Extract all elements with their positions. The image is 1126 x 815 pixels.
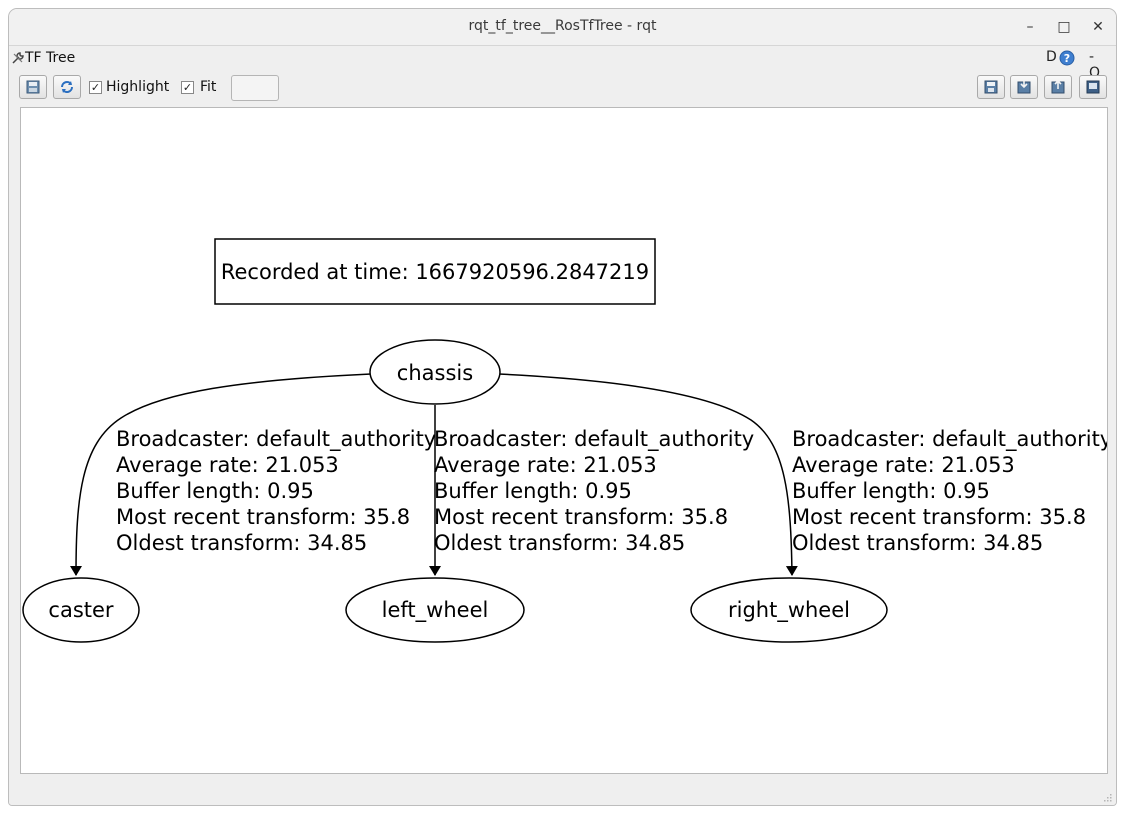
tf-tree-graph: Recorded at time: 1667920596.2847219 cha… — [22, 238, 1108, 643]
right-wheel-buffer-length: Buffer length: 0.95 — [792, 479, 990, 503]
resize-grip-icon[interactable] — [1102, 792, 1112, 802]
image-icon — [1086, 80, 1100, 94]
caster-broadcaster: Broadcaster: default_authority — [116, 427, 436, 452]
maximize-button[interactable]: □ — [1052, 15, 1076, 39]
rqt-window: rqt_tf_tree__RosTfTree - rqt – □ ✕ TF Tr… — [8, 8, 1117, 806]
save-button[interactable] — [977, 75, 1005, 99]
refresh-icon — [61, 81, 73, 93]
right-wheel-average-rate: Average rate: 21.053 — [792, 453, 1015, 477]
plugin-title-bar: TF Tree D ? - O — [9, 46, 1116, 81]
save-icon — [984, 80, 998, 94]
left-wheel-average-rate: Average rate: 21.053 — [434, 453, 657, 477]
save-dot-icon — [26, 80, 40, 94]
highlight-checkbox[interactable]: ✓ — [89, 81, 102, 94]
caster-average-rate: Average rate: 21.053 — [116, 453, 339, 477]
left-wheel-most-recent: Most recent transform: 35.8 — [434, 505, 728, 529]
caster-most-recent: Most recent transform: 35.8 — [116, 505, 410, 529]
image-export-button[interactable] — [1079, 75, 1107, 99]
close-button[interactable]: ✕ — [1086, 15, 1110, 39]
left-wheel-broadcaster: Broadcaster: default_authority — [434, 427, 754, 452]
window-title: rqt_tf_tree__RosTfTree - rqt — [468, 18, 657, 34]
help-icon[interactable]: ? — [1059, 50, 1075, 66]
blank-button[interactable] — [231, 75, 279, 101]
toolbar: ✓ Highlight ✓ Fit — [9, 73, 1116, 107]
save-dot-button[interactable] — [19, 75, 47, 99]
load-icon — [1017, 80, 1031, 94]
left-wheel-buffer-length: Buffer length: 0.95 — [434, 479, 632, 503]
fit-checkbox[interactable]: ✓ — [181, 81, 194, 94]
recorded-time-label: Recorded at time: 1667920596.2847219 — [221, 260, 649, 284]
node-chassis-label: chassis — [397, 361, 473, 385]
load-button[interactable] — [1010, 75, 1038, 99]
right-wheel-oldest: Oldest transform: 34.85 — [792, 531, 1043, 555]
highlight-label: Highlight — [106, 79, 170, 95]
caster-buffer-length: Buffer length: 0.95 — [116, 479, 314, 503]
refresh-button[interactable] — [53, 75, 81, 99]
title-bar: rqt_tf_tree__RosTfTree - rqt – □ ✕ — [9, 9, 1116, 46]
export-icon — [1051, 79, 1065, 94]
fit-label: Fit — [200, 79, 217, 95]
minimize-button[interactable]: – — [1018, 15, 1042, 39]
wrench-icon — [12, 52, 24, 64]
edge-label-caster: Broadcaster: default_authority Average r… — [116, 427, 436, 555]
node-right-wheel-label: right_wheel — [728, 598, 850, 623]
export-button[interactable] — [1044, 75, 1072, 99]
node-left-wheel-label: left_wheel — [382, 598, 489, 623]
plugin-title: TF Tree — [25, 50, 76, 66]
left-wheel-oldest: Oldest transform: 34.85 — [434, 531, 685, 555]
status-bar — [9, 781, 1116, 805]
edge-label-right-wheel: Broadcaster: default_authority Average r… — [792, 427, 1108, 555]
edge-label-left-wheel: Broadcaster: default_authority Average r… — [434, 427, 754, 555]
caster-oldest: Oldest transform: 34.85 — [116, 531, 367, 555]
right-wheel-broadcaster: Broadcaster: default_authority — [792, 427, 1108, 452]
right-wheel-most-recent: Most recent transform: 35.8 — [792, 505, 1086, 529]
help-label[interactable]: D — [1046, 49, 1057, 65]
node-caster-label: caster — [48, 598, 114, 622]
graph-canvas[interactable]: Recorded at time: 1667920596.2847219 cha… — [20, 107, 1108, 774]
svg-text:?: ? — [1064, 52, 1070, 65]
